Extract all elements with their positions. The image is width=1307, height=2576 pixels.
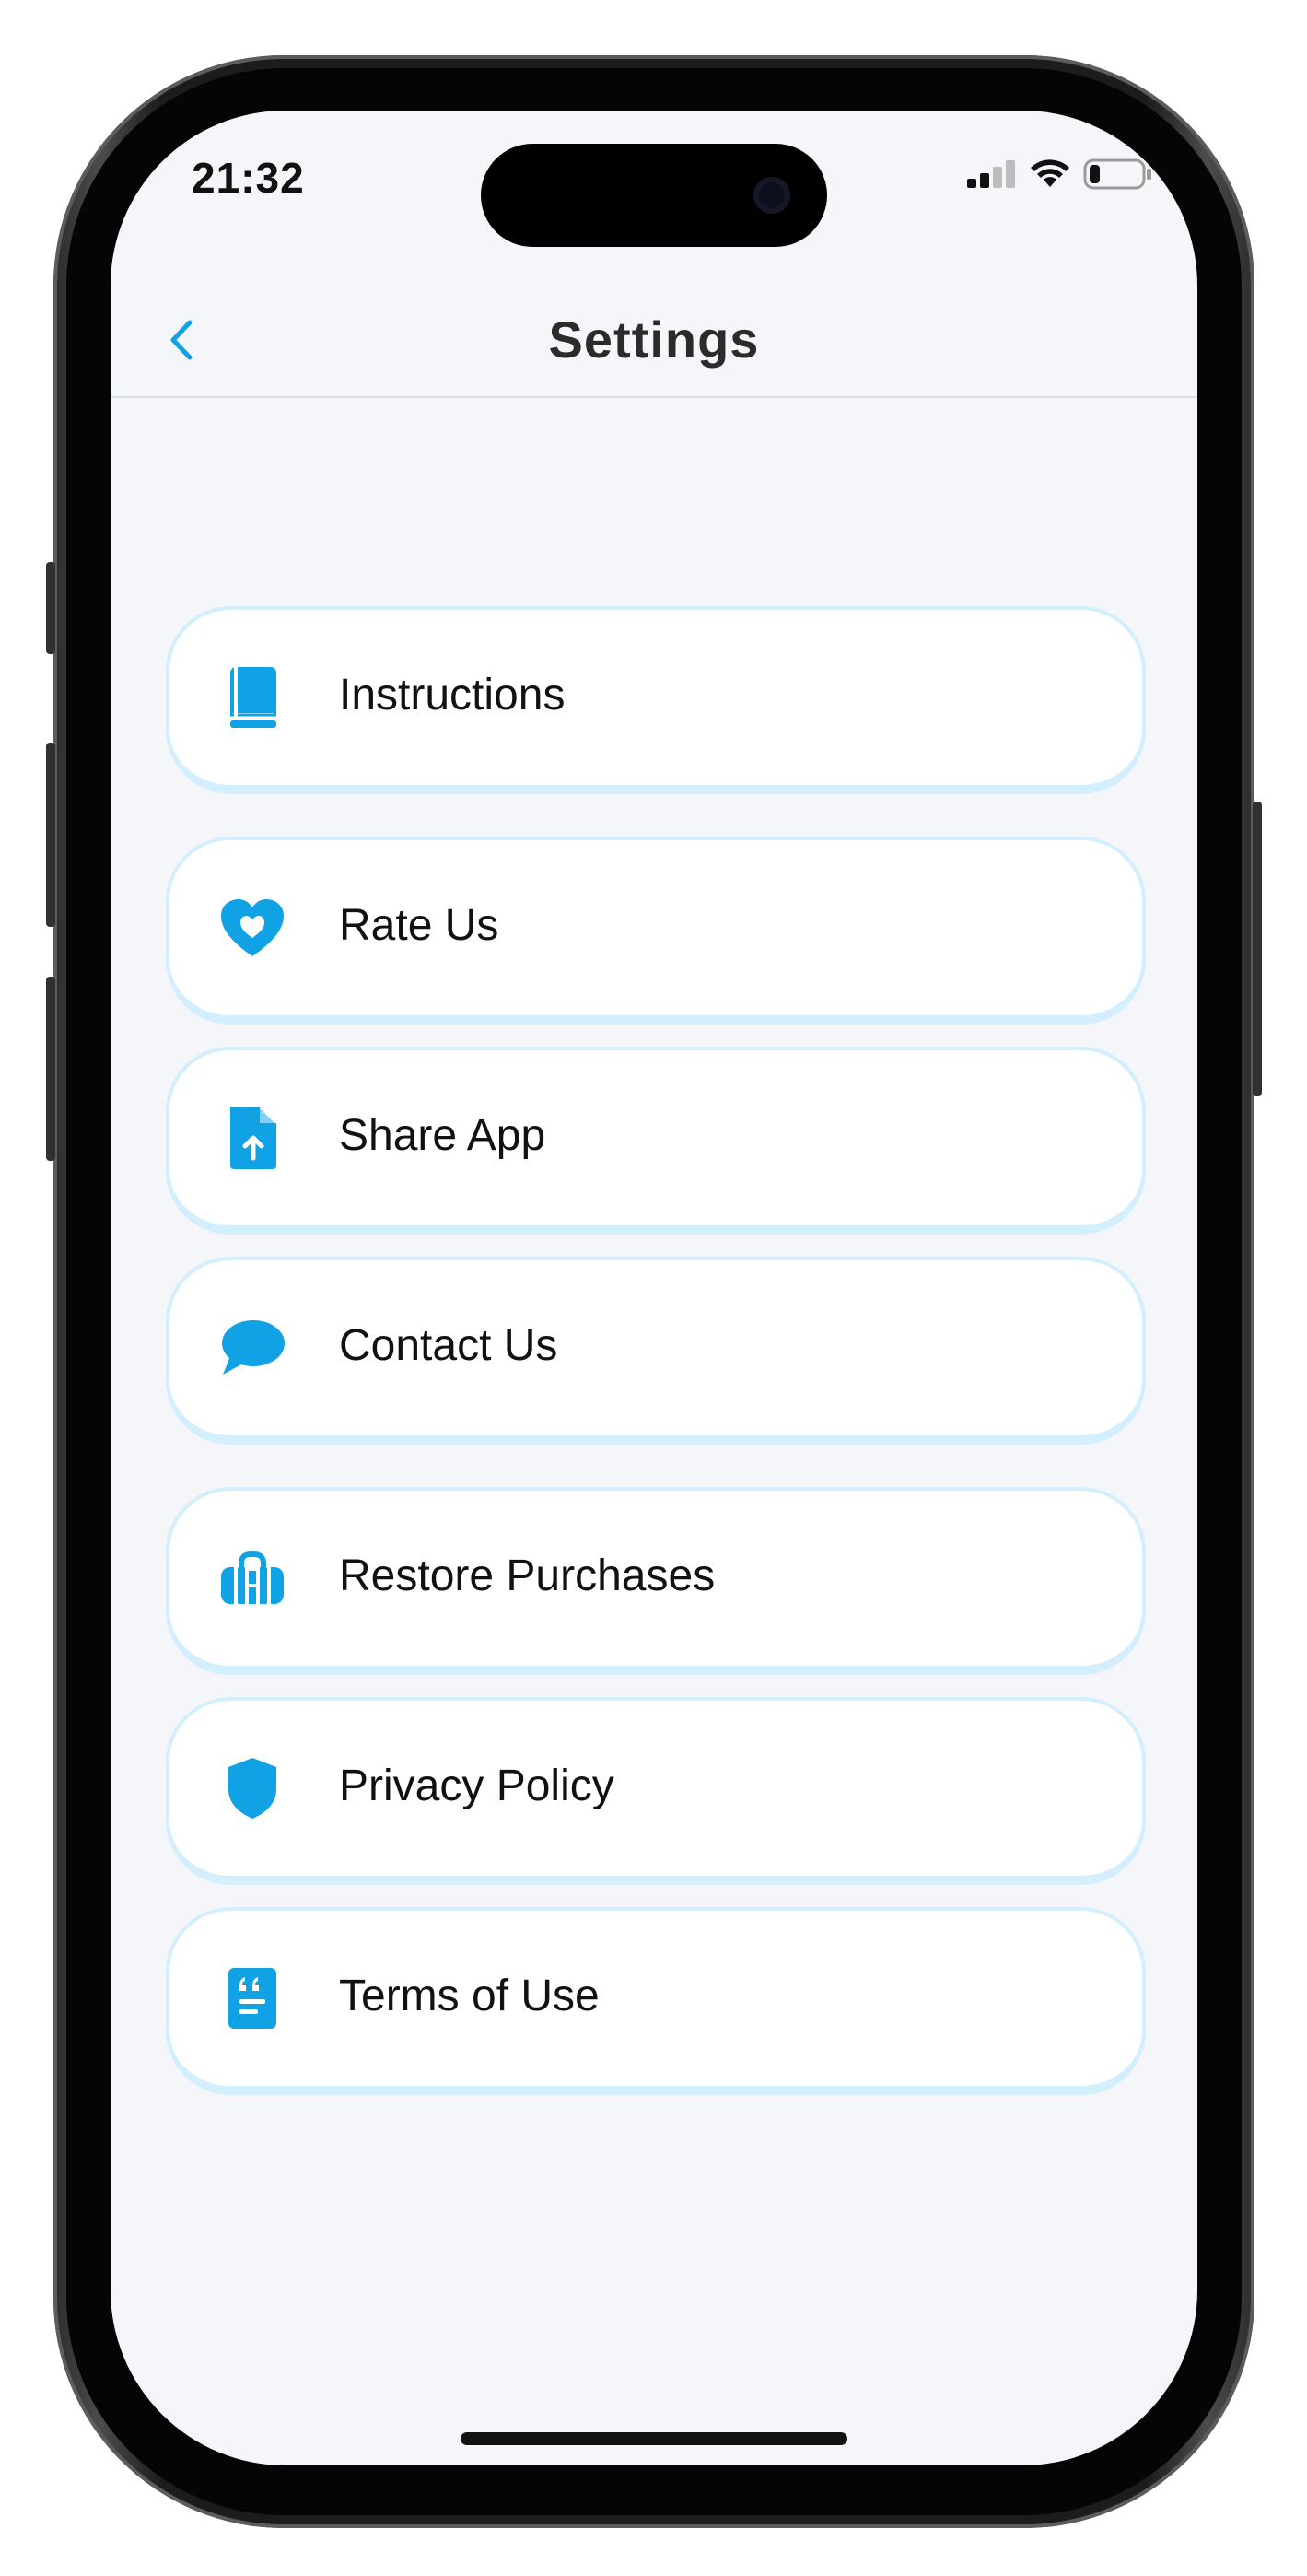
- heart-icon: [217, 893, 287, 963]
- navigation-bar: Settings: [111, 276, 1197, 398]
- menu-item-label: Restore Purchases: [339, 1551, 716, 1600]
- screen: 21:32 Settings Instructions Rate Us Shar…: [111, 111, 1197, 2465]
- cellular-signal-icon: [967, 160, 1015, 188]
- wifi-icon: [1031, 159, 1069, 187]
- menu-item-label: Privacy Policy: [339, 1761, 614, 1810]
- menu-item-privacy-policy[interactable]: Privacy Policy: [166, 1697, 1146, 1885]
- menu-item-rate-us[interactable]: Rate Us: [166, 837, 1146, 1025]
- menu-item-label: Share App: [339, 1110, 546, 1160]
- menu-item-label: Terms of Use: [339, 1971, 600, 2020]
- volume-up-button: [46, 743, 55, 927]
- menu-item-instructions[interactable]: Instructions: [166, 606, 1146, 794]
- bag-icon: [217, 1543, 287, 1613]
- volume-down-button: [46, 977, 55, 1161]
- power-button: [1253, 802, 1262, 1096]
- status-time: 21:32: [192, 154, 305, 202]
- status-icons: [967, 158, 1153, 190]
- menu-item-contact-us[interactable]: Contact Us: [166, 1257, 1146, 1445]
- quote-document-icon: [217, 1963, 287, 2033]
- book-icon: [217, 662, 287, 732]
- menu-item-terms-of-use[interactable]: Terms of Use: [166, 1907, 1146, 2095]
- file-upload-icon: [217, 1103, 287, 1173]
- menu-item-share-app[interactable]: Share App: [166, 1047, 1146, 1235]
- camera-icon: [753, 177, 790, 214]
- shield-icon: [217, 1753, 287, 1823]
- menu-item-restore-purchases[interactable]: Restore Purchases: [166, 1487, 1146, 1675]
- menu-item-label: Instructions: [339, 670, 566, 720]
- dynamic-island: [481, 144, 827, 247]
- menu-item-label: Contact Us: [339, 1320, 558, 1370]
- chat-bubble-icon: [217, 1313, 287, 1383]
- menu-item-label: Rate Us: [339, 900, 499, 950]
- home-indicator[interactable]: [461, 2432, 847, 2445]
- battery-icon: [1083, 158, 1151, 190]
- action-button: [46, 562, 55, 654]
- page-title: Settings: [548, 310, 760, 369]
